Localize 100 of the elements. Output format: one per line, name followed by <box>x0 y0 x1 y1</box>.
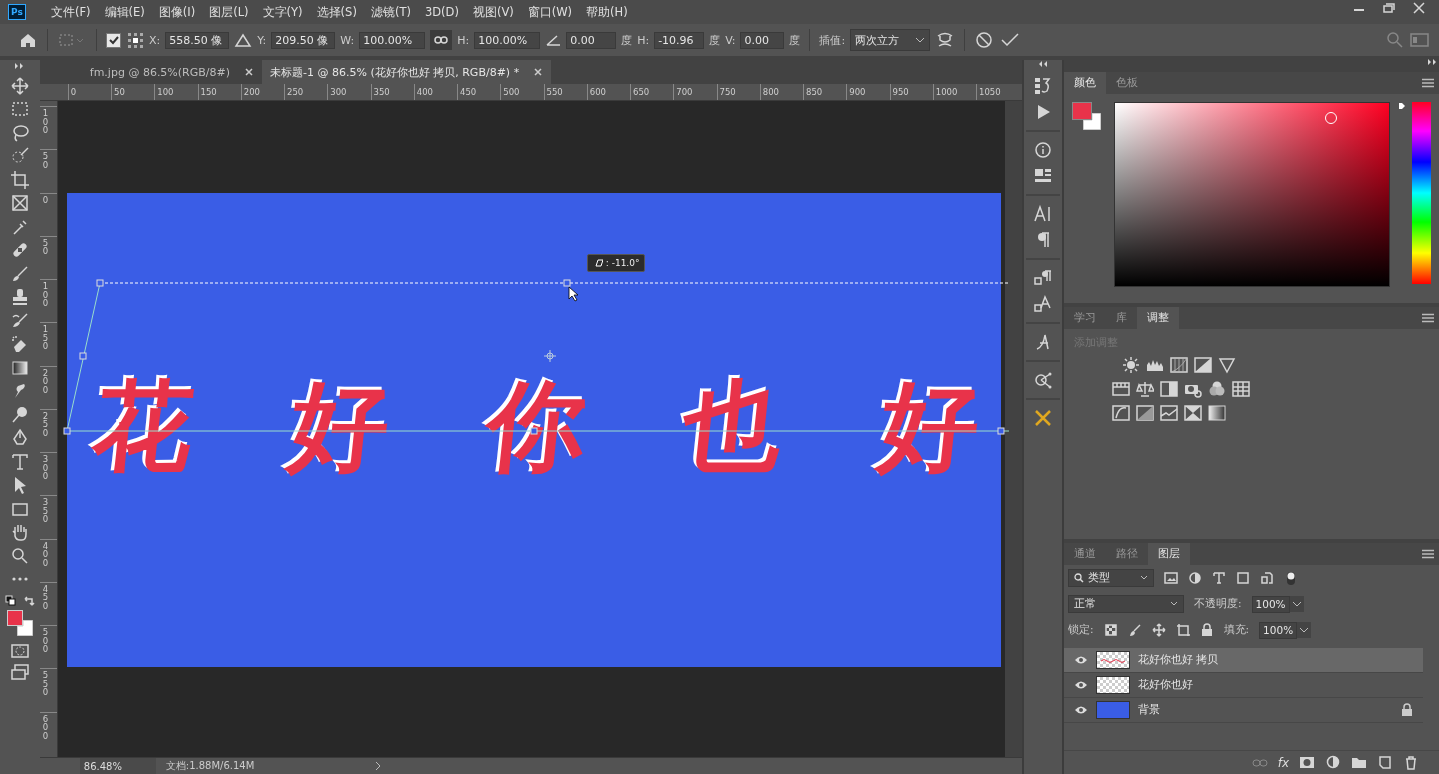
caret-icon[interactable] <box>1297 622 1312 638</box>
panel-menu-icon[interactable] <box>1421 78 1435 88</box>
document-tab[interactable]: fm.jpg @ 86.5%(RGB/8#) <box>81 60 263 84</box>
folder-icon[interactable] <box>1351 755 1367 770</box>
lock-brush-icon[interactable] <box>1127 623 1142 637</box>
foreground-swatch[interactable] <box>6 610 23 626</box>
menu-item[interactable]: 滤镜(T) <box>363 4 418 20</box>
fill-field[interactable]: 100% <box>1259 621 1298 639</box>
reference-point-icon[interactable] <box>126 31 144 49</box>
field-label: H: <box>637 33 650 47</box>
effects-button[interactable]: fx <box>1277 755 1289 770</box>
color-field[interactable] <box>1114 102 1390 287</box>
menu-item[interactable]: 3D(D) <box>417 5 466 19</box>
trash-icon[interactable] <box>1403 755 1419 770</box>
input-field[interactable]: 558.50 像 <box>165 31 230 49</box>
caret-icon <box>1170 601 1178 607</box>
hand-icon[interactable] <box>9 522 30 542</box>
panel-tab[interactable]: 颜色 <box>1064 72 1106 94</box>
cancel-icon[interactable] <box>974 30 995 50</box>
input-field[interactable]: 209.50 像 <box>271 31 336 49</box>
filter-dropdown[interactable]: 类型 <box>1068 569 1154 587</box>
input-field[interactable]: 0.00 <box>740 31 785 49</box>
type-icon[interactable] <box>9 451 30 472</box>
shape-filter-icon[interactable] <box>1236 571 1250 585</box>
dodge-icon[interactable] <box>9 404 30 425</box>
pivot-icon[interactable] <box>543 349 557 363</box>
zoom-icon[interactable] <box>9 545 30 566</box>
menu-item[interactable]: 文字(Y) <box>255 4 310 20</box>
triangle-icon[interactable] <box>1218 356 1236 374</box>
layer-name: 背景 <box>1138 703 1161 717</box>
swap-colors-icon[interactable] <box>22 594 35 607</box>
panel-tab[interactable]: 调整 <box>1137 307 1179 329</box>
layer-row[interactable]: 花好你也好 <box>1064 673 1423 698</box>
default-colors-icon[interactable] <box>4 594 17 607</box>
pixel-filter-icon[interactable] <box>1164 571 1178 585</box>
eye-icon[interactable] <box>1074 680 1088 690</box>
delta-icon[interactable] <box>234 32 253 48</box>
input-field[interactable]: 0.00 <box>566 31 617 49</box>
ruler-label: 300 <box>329 87 347 97</box>
menu-item[interactable]: 帮助(H) <box>579 4 635 20</box>
lock-icon[interactable] <box>1199 623 1214 637</box>
panel-tab[interactable]: 图层 <box>1148 543 1190 565</box>
zoom-level[interactable]: 86.48% <box>79 758 156 774</box>
hue-slider[interactable] <box>1398 102 1431 287</box>
screen-mode-icon[interactable] <box>9 663 30 681</box>
balance-icon[interactable] <box>1136 380 1154 398</box>
lock-move-icon[interactable] <box>1151 623 1166 637</box>
menu-item[interactable]: 图层(L) <box>202 4 256 20</box>
half-filled-square-icon[interactable] <box>1160 380 1178 398</box>
grid-icon[interactable] <box>1232 380 1250 398</box>
panel-menu-icon[interactable] <box>1421 313 1435 323</box>
menu-item[interactable]: 窗口(W) <box>520 4 580 20</box>
frame-icon[interactable] <box>9 193 30 213</box>
ruler-label: 150 <box>199 87 217 97</box>
hue-marker-icon[interactable] <box>1398 102 1406 110</box>
eye-icon[interactable] <box>1074 705 1088 715</box>
ruler-label: 50 <box>113 87 125 97</box>
link-button[interactable] <box>430 30 453 50</box>
move-icon[interactable] <box>9 75 30 96</box>
lock-icon[interactable] <box>1401 703 1413 717</box>
foreground-swatch[interactable] <box>1072 102 1092 120</box>
lock-transparency-icon[interactable] <box>1103 623 1118 637</box>
mask-icon[interactable] <box>1299 755 1315 770</box>
layer-row[interactable]: 花好你也好 拷贝 <box>1064 648 1423 673</box>
lock-artboard-icon[interactable] <box>1175 623 1190 637</box>
filter-toggle-icon[interactable] <box>1284 571 1298 585</box>
menu-item[interactable]: 选择(S) <box>309 4 364 20</box>
info-icon[interactable] <box>1033 140 1054 160</box>
type-filter-icon[interactable] <box>1212 571 1226 585</box>
new-layer-icon[interactable] <box>1377 755 1393 770</box>
crop-icon[interactable] <box>9 169 30 190</box>
checkbox[interactable] <box>106 32 121 48</box>
menu-item[interactable]: 视图(V) <box>465 4 521 20</box>
input-field[interactable]: 100.00% <box>474 31 541 49</box>
marquee-icon[interactable] <box>9 99 30 119</box>
opacity-field[interactable]: 100% <box>1251 595 1290 613</box>
document-tab[interactable]: 未标题-1 @ 86.5% (花好你也好 拷贝, RGB/8#) * <box>262 60 552 84</box>
menu-item[interactable]: 图像(I) <box>151 4 203 20</box>
layer-row[interactable]: 背景 <box>1064 698 1423 723</box>
brightness-icon[interactable] <box>1122 356 1140 374</box>
menu-item[interactable]: 编辑(E) <box>97 4 152 20</box>
menu-item[interactable]: 文件(F) <box>44 4 98 20</box>
chevron-icon[interactable] <box>374 761 383 771</box>
panel-menu-icon[interactable] <box>1421 549 1435 559</box>
home-icon[interactable] <box>18 31 38 49</box>
input-field[interactable]: -10.96 <box>654 31 705 49</box>
ruler-label: 350 <box>42 496 49 524</box>
close-icon[interactable] <box>244 67 255 77</box>
input-field[interactable]: 100.00% <box>359 31 426 49</box>
blend-mode-dropdown[interactable]: 正常 <box>1068 595 1184 613</box>
angle-icon[interactable] <box>545 33 562 47</box>
tools-crossed-icon[interactable] <box>1033 408 1054 428</box>
quick-mask-icon[interactable] <box>9 641 30 660</box>
field-label: 插值: <box>819 32 846 48</box>
expand-icon[interactable] <box>1425 58 1439 66</box>
canvas-text: 好 <box>285 371 396 481</box>
field-label: H: <box>457 33 470 47</box>
eye-icon[interactable] <box>1074 655 1088 665</box>
interpolation-dropdown[interactable]: 两次立方 <box>850 29 931 51</box>
close-icon[interactable] <box>533 67 544 77</box>
